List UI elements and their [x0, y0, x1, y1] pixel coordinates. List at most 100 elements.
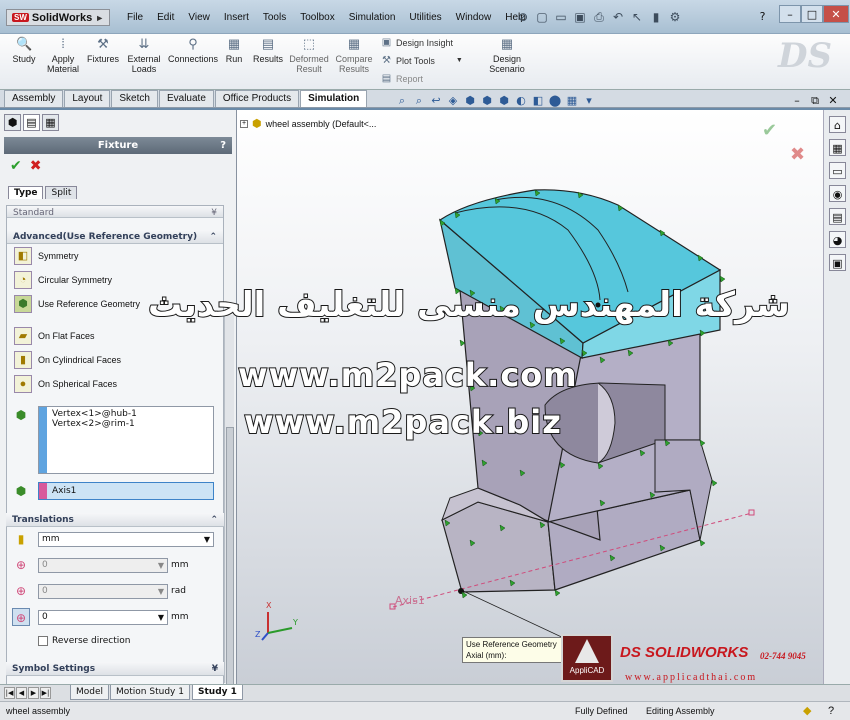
menu-insert[interactable]: Insert [217, 10, 256, 25]
home-icon[interactable]: ⌂ [829, 116, 846, 133]
menu-window[interactable]: Window [449, 10, 499, 25]
menu-toolbox[interactable]: Toolbox [293, 10, 341, 25]
reference-field[interactable]: Axis1 [38, 482, 214, 500]
property-manager-tab-icon[interactable]: ▤ [23, 114, 40, 131]
menu-view[interactable]: View [181, 10, 217, 25]
menu-simulation[interactable]: Simulation [342, 10, 403, 25]
menu-utilities[interactable]: Utilities [402, 10, 448, 25]
scrollbar-thumb[interactable] [226, 427, 234, 695]
plot-tools-button[interactable]: ⚒ Plot Tools ▼ [380, 54, 463, 67]
first-tab-icon[interactable]: |◀ [4, 687, 15, 699]
view-palette-icon[interactable]: ▤ [829, 208, 846, 225]
select-icon[interactable]: ↖ [629, 9, 645, 25]
selection-item[interactable]: Vertex<1>@hub-1 [52, 409, 213, 419]
report-button[interactable]: ▤ Report [380, 72, 423, 85]
checkbox-box[interactable] [38, 636, 48, 646]
undo-icon[interactable]: ↶ [610, 9, 626, 25]
tab-sketch[interactable]: Sketch [111, 90, 158, 107]
design-insight-button[interactable]: ▣ Design Insight [380, 36, 453, 49]
pin-icon[interactable]: ⊘ [515, 9, 531, 25]
graphics-viewport[interactable]: Axis1 X Y Z [237, 110, 823, 684]
expand-icon[interactable]: + [240, 119, 248, 128]
flyout-feature-tree[interactable]: + ⬢ wheel assembly (Default<... [240, 117, 376, 130]
print-icon[interactable]: ⎙ [591, 9, 607, 25]
design-library-icon[interactable]: ▦ [829, 139, 846, 156]
advanced-section-header[interactable]: Advanced(Use Reference Geometry) ⌃ [7, 230, 223, 244]
maximize-button[interactable]: □ [801, 5, 823, 23]
tab-assembly[interactable]: Assembly [4, 90, 64, 107]
selection-list[interactable]: Vertex<1>@hub-1 Vertex<2>@rim-1 [38, 406, 214, 474]
deformed-result-button[interactable]: ⬚ Deformed Result [288, 36, 330, 74]
panel-scrollbar[interactable] [224, 315, 234, 695]
close-button[interactable]: ✕ [823, 5, 849, 23]
next-tab-icon[interactable]: ▶ [28, 687, 39, 699]
search-icon[interactable]: ◉ [829, 185, 846, 202]
view-settings-icon[interactable]: ⬤ [548, 94, 562, 108]
prev-tab-icon[interactable]: ◀ [16, 687, 27, 699]
apply-scene-icon[interactable]: ◧ [531, 94, 545, 108]
menu-file[interactable]: File [120, 10, 150, 25]
save-icon[interactable]: ▣ [572, 9, 588, 25]
section-view-icon[interactable]: ◈ [446, 94, 460, 108]
apply-material-button[interactable]: ⁞ Apply Material [44, 36, 82, 74]
app-menu-arrow-icon[interactable]: ► [95, 13, 104, 23]
external-loads-button[interactable]: ⇊ External Loads [125, 36, 163, 74]
circumferential-input[interactable]: 0 ▼ [38, 584, 168, 599]
confirm-corner-ok-icon[interactable]: ✔ [762, 120, 777, 141]
new-icon[interactable]: ▢ [534, 9, 550, 25]
selection-item[interactable]: Vertex<2>@rim-1 [52, 419, 213, 429]
menu-tools[interactable]: Tools [256, 10, 293, 25]
view-orientation-icon[interactable]: ⬢ [463, 94, 477, 108]
tab-evaluate[interactable]: Evaluate [158, 90, 214, 107]
previous-view-icon[interactable]: ↩ [429, 94, 443, 108]
tab-split[interactable]: Split [45, 186, 78, 199]
help-icon[interactable]: ? [755, 9, 770, 24]
translations-section-header[interactable]: Translations ⌃ [6, 513, 224, 527]
doc-minimize-icon[interactable]: – [790, 94, 804, 108]
app-logo[interactable]: SW SolidWorks ► [6, 9, 111, 26]
config-manager-tab-icon[interactable]: ▦ [42, 114, 59, 131]
zoom-to-fit-icon[interactable]: ⌕ [395, 94, 409, 108]
option-on-cylindrical-faces[interactable]: ▮ On Cylindrical Faces [7, 348, 223, 372]
tab-model[interactable]: Model [70, 685, 110, 700]
confirm-corner-cancel-icon[interactable]: ✖ [790, 144, 805, 165]
axial-input[interactable]: 0 ▼ [38, 610, 168, 625]
hide-show-icon[interactable]: ⬢ [497, 94, 511, 108]
ok-button[interactable]: ✔ [10, 158, 22, 174]
file-explorer-icon[interactable]: ▭ [829, 162, 846, 179]
doc-restore-icon[interactable]: ⧉ [808, 94, 822, 108]
plot-tools-dropdown-icon[interactable]: ▼ [456, 57, 463, 64]
display-style-icon[interactable]: ⬢ [480, 94, 494, 108]
tab-study-1[interactable]: Study 1 [192, 685, 243, 700]
symbol-settings-header[interactable]: Symbol Settings ¥ [6, 662, 224, 676]
help-icon[interactable]: ? [220, 137, 226, 154]
units-select[interactable]: mm ▼ [38, 532, 214, 547]
run-button[interactable]: ▦ Run [222, 36, 246, 64]
cancel-button[interactable]: ✖ [30, 158, 42, 174]
zoom-to-area-icon[interactable]: ⌕ [412, 94, 426, 108]
study-button[interactable]: 🔍 Study [9, 36, 39, 64]
render-tools-icon[interactable]: ▦ [565, 94, 579, 108]
fixtures-button[interactable]: ⚒ Fixtures [85, 36, 121, 64]
connections-button[interactable]: ⚲ Connections [167, 36, 219, 64]
tab-simulation[interactable]: Simulation [300, 90, 368, 107]
axial-direction-icon[interactable]: ⊕ [12, 608, 30, 626]
rebuild-icon[interactable]: ▮ [648, 9, 664, 25]
help-icon[interactable]: ? [828, 702, 834, 720]
feature-tree-tab-icon[interactable]: ⬢ [4, 114, 21, 131]
edit-appearance-icon[interactable]: ◐ [514, 94, 528, 108]
option-on-spherical-faces[interactable]: ● On Spherical Faces [7, 372, 223, 396]
hud-more-icon[interactable]: ▾ [582, 94, 596, 108]
options-icon[interactable]: ⚙ [667, 9, 683, 25]
menu-edit[interactable]: Edit [150, 10, 181, 25]
radial-input[interactable]: 0 ▼ [38, 558, 168, 573]
minimize-button[interactable]: – [779, 5, 801, 23]
tab-office-products[interactable]: Office Products [214, 90, 300, 107]
design-scenario-button[interactable]: ▦ Design Scenario [486, 36, 528, 74]
option-symmetry[interactable]: ◧ Symmetry [7, 244, 223, 268]
appearances-icon[interactable]: ◕ [829, 231, 846, 248]
open-icon[interactable]: ▭ [553, 9, 569, 25]
tab-layout[interactable]: Layout [64, 90, 111, 107]
tag-icon[interactable]: ◆ [803, 702, 811, 720]
doc-close-icon[interactable]: ✕ [826, 94, 840, 108]
